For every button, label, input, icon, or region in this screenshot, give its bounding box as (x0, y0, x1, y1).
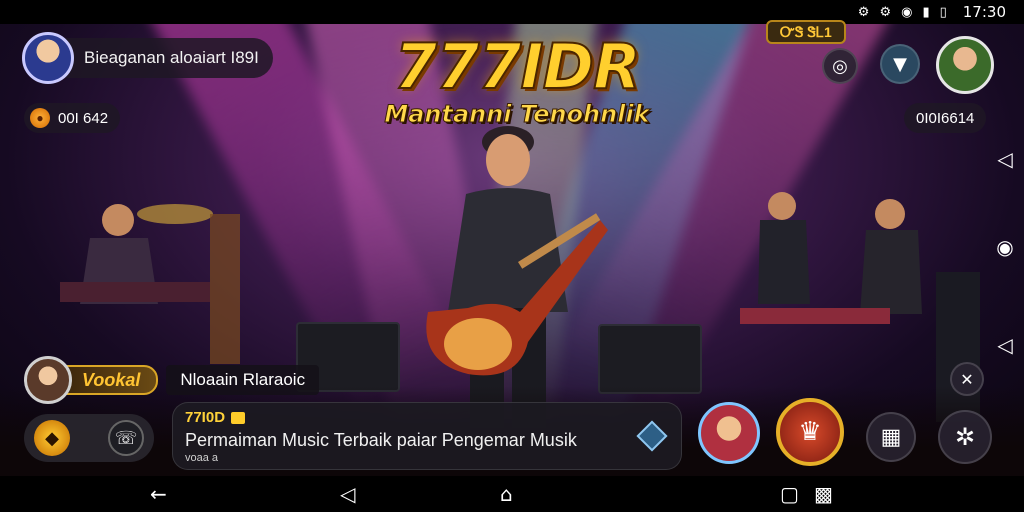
info-badge-label: 77I0D (185, 409, 226, 426)
gear-icon: ✲ (954, 423, 976, 451)
logo-title: 777IDR (393, 30, 642, 103)
crown-icon: ♛ (798, 417, 822, 447)
lock-icon (231, 411, 246, 424)
back-arrow-icon[interactable]: ← (150, 480, 167, 508)
user-profile-pill[interactable]: Bieaganan aloaiart I89I (22, 32, 273, 84)
call-icon[interactable]: ☏ (108, 420, 144, 456)
event-tag[interactable]: ᏅᏕ ᏕᏞ1 (766, 20, 846, 44)
status-clock: 17:30 (962, 3, 1006, 21)
gallery-button[interactable]: ▦ (866, 412, 916, 462)
close-button[interactable]: ✕ (950, 362, 984, 396)
announcement-panel[interactable]: 77I0D Permaiman Music Terbaik paiar Peng… (172, 402, 682, 470)
back-triangle-icon[interactable]: ◁ (340, 480, 355, 508)
coin-icon: ● (30, 108, 50, 128)
info-small: voaa a (185, 452, 219, 464)
settings-icon: ⚙ (857, 4, 870, 20)
status-bar: ⚙ ⚙ ◉ ▮ ▯ 17:30 (0, 0, 1024, 24)
logo-subtitle: Mantanni Tenohnlik (384, 100, 650, 129)
gallery-icon: ▦ (880, 424, 902, 450)
chat-icon: ◎ (832, 55, 848, 77)
vocal-row: Vookal Nloaain Rlaraoic (24, 356, 320, 404)
signal-icon: ▮ (922, 4, 930, 20)
left-dock: ◆ ☏ (24, 414, 154, 462)
gem-balance[interactable]: 0I0I6614 (904, 103, 987, 133)
coin-balance[interactable]: ● 00I 642 (24, 103, 121, 133)
friend-avatar[interactable] (936, 36, 994, 94)
volume-alt-icon[interactable]: ◁ (992, 332, 1018, 358)
wifi-icon: ◉ (901, 4, 913, 20)
user-avatar[interactable] (22, 32, 74, 84)
battery-icon: ▯ (939, 4, 947, 20)
system-nav-bar: ← ◁ ⌂ ▢ ▩ (0, 476, 1024, 512)
username-label: Bieaganan aloaiart I89I (84, 48, 259, 67)
volume-icon[interactable]: ◁ (992, 146, 1018, 172)
info-badge: 77I0D (185, 409, 246, 426)
game-logo: 777IDR Mantanni Tenohnlik (372, 30, 662, 129)
coin-amount: 00I 642 (58, 109, 109, 127)
player-avatar[interactable] (698, 402, 760, 464)
keyboard-switch-icon[interactable]: ▩ (814, 480, 833, 508)
recents-icon[interactable]: ▢ (780, 480, 799, 508)
record-icon[interactable]: ◉ (992, 234, 1018, 260)
vocal-tag: Vookal (60, 365, 159, 395)
home-icon[interactable]: ⌂ (500, 480, 513, 508)
fish-icon[interactable]: ◆ (34, 420, 70, 456)
main-action-button[interactable]: ♛ (776, 398, 844, 466)
gem-amount: 0I0I6614 (916, 109, 975, 127)
shop-button[interactable]: ▼ (880, 44, 920, 84)
vocal-avatar[interactable] (24, 356, 72, 404)
sync-icon: ⚙ (879, 4, 892, 20)
shop-icon: ▼ (893, 53, 907, 75)
chat-button[interactable]: ◎ (822, 48, 858, 84)
close-icon: ✕ (960, 369, 974, 389)
vocal-name: Nloaain Rlaraoic (166, 365, 320, 395)
settings-button[interactable]: ✲ (938, 410, 992, 464)
info-text: Permaiman Music Terbaik paiar Pengemar M… (185, 430, 577, 450)
stage-speaker (598, 324, 702, 394)
